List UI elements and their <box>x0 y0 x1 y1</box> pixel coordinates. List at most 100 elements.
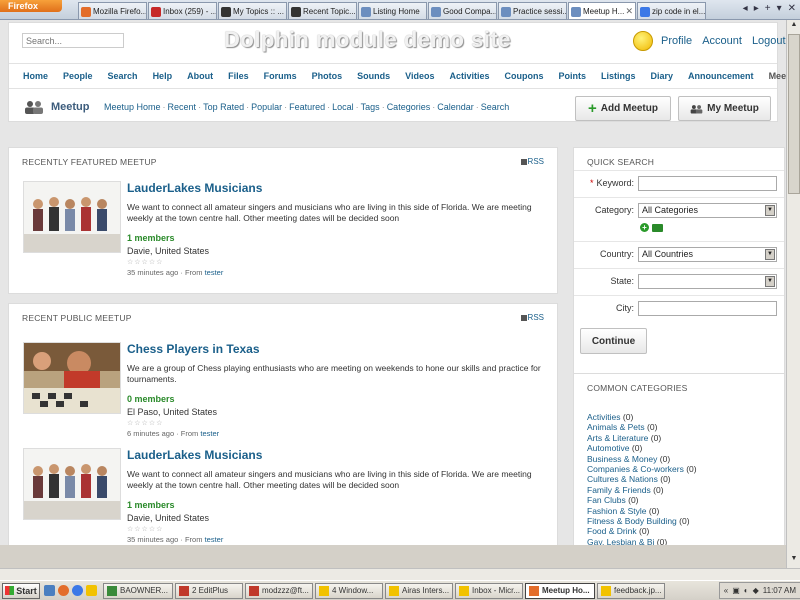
meetup-sublink[interactable]: Tags <box>361 102 380 112</box>
meetup-sublink[interactable]: Featured <box>289 102 325 112</box>
taskbar-task[interactable]: 2 EditPlus <box>175 582 243 599</box>
featured-rss-link[interactable]: RSS <box>520 157 544 166</box>
browser-tab[interactable]: Good Compa... <box>428 2 497 19</box>
category-select[interactable]: All Categories ▼ <box>638 203 777 218</box>
tab-control-icon[interactable]: ✕ <box>788 3 796 14</box>
add-meetup-button[interactable]: + Add Meetup <box>575 96 671 121</box>
browser-tab[interactable]: Practice sessi... <box>498 2 567 19</box>
public-rss-link[interactable]: RSS <box>520 313 544 322</box>
taskbar-task[interactable]: Airas Inters... <box>385 582 453 599</box>
taskbar-task[interactable]: BAOWNER... <box>103 582 173 599</box>
tray-expand-icon[interactable]: « <box>724 586 728 595</box>
meetup-title-link[interactable]: LauderLakes Musicians <box>127 448 262 462</box>
site-title[interactable]: Dolphin module demo site <box>224 27 511 53</box>
browser-tab[interactable]: Listing Home <box>358 2 427 19</box>
my-meetup-button[interactable]: My Meetup <box>678 96 771 121</box>
nav-item-forums[interactable]: Forums <box>264 71 297 81</box>
meetup-sublink[interactable]: Popular <box>251 102 282 112</box>
nav-item-about[interactable]: About <box>187 71 213 81</box>
meetup-sublink[interactable]: Search <box>481 102 510 112</box>
folder-icon[interactable] <box>652 224 663 232</box>
nav-item-search[interactable]: Search <box>108 71 138 81</box>
city-input[interactable] <box>638 301 777 316</box>
continue-button[interactable]: Continue <box>580 328 647 354</box>
user-link-logout[interactable]: Logout <box>752 35 786 47</box>
meetup-title-link[interactable]: Chess Players in Texas <box>127 342 260 356</box>
scrollbar-thumb[interactable] <box>788 34 800 194</box>
taskbar-task[interactable]: Inbox - Micr... <box>455 582 523 599</box>
volume-icon[interactable]: ◐ <box>744 586 749 595</box>
network-icon[interactable]: ▣ <box>732 586 740 595</box>
meetup-sublink[interactable]: Recent <box>168 102 197 112</box>
category-link[interactable]: Food & Drink <box>587 526 637 536</box>
browser-tab[interactable]: Mozilla Firefo... <box>78 2 147 19</box>
tab-control-icon[interactable]: ▾ <box>777 3 782 14</box>
user-avatar-icon[interactable] <box>633 31 653 51</box>
nav-item-activities[interactable]: Activities <box>449 71 489 81</box>
nav-item-files[interactable]: Files <box>228 71 249 81</box>
meetup-thumbnail[interactable] <box>23 448 121 520</box>
browser-tab[interactable]: Meetup H... ✕ <box>568 2 636 19</box>
meetup-members-count[interactable]: 0 members <box>127 394 175 404</box>
shield-icon[interactable]: ◆ <box>753 586 759 595</box>
nav-item-home[interactable]: Home <box>23 71 48 81</box>
ie-launch-icon[interactable] <box>72 585 83 596</box>
nav-item-photos[interactable]: Photos <box>312 71 343 81</box>
app-launch-icon[interactable] <box>86 585 97 596</box>
meetup-members-count[interactable]: 1 members <box>127 500 175 510</box>
browser-tab[interactable]: zip code in el... <box>637 2 706 19</box>
nav-item-coupons[interactable]: Coupons <box>505 71 544 81</box>
nav-item-sounds[interactable]: Sounds <box>357 71 390 81</box>
category-link[interactable]: Family & Friends <box>587 485 651 495</box>
tab-control-icon[interactable]: + <box>765 3 771 14</box>
user-link-account[interactable]: Account <box>702 35 742 47</box>
meetup-sublink[interactable]: Local <box>332 102 354 112</box>
desktop-icon[interactable] <box>44 585 55 596</box>
nav-item-listings[interactable]: Listings <box>601 71 636 81</box>
meetup-thumbnail[interactable] <box>23 342 121 414</box>
site-search-input[interactable] <box>22 33 124 48</box>
browser-tab[interactable]: Inbox (259) - ... <box>148 2 217 19</box>
close-tab-icon[interactable]: ✕ <box>625 6 633 17</box>
vertical-scrollbar[interactable]: ▲ ▼ <box>786 20 800 568</box>
tab-control-icon[interactable]: ▸ <box>754 3 759 14</box>
meetup-author-link[interactable]: tester <box>205 535 224 544</box>
add-category-icon[interactable]: + <box>640 223 649 232</box>
tab-control-icon[interactable]: ◂ <box>743 3 748 14</box>
meetup-author-link[interactable]: tester <box>205 268 224 277</box>
horizontal-scrollbar[interactable] <box>0 568 800 580</box>
meetup-author-link[interactable]: tester <box>200 429 219 438</box>
scroll-up-icon[interactable]: ▲ <box>788 21 800 33</box>
category-link[interactable]: Fan Clubs <box>587 495 626 505</box>
category-link[interactable]: Gay, Lesbian & Bi <box>587 537 654 545</box>
keyword-input[interactable] <box>638 176 777 191</box>
category-link[interactable]: Automotive <box>587 443 630 453</box>
clock[interactable]: 11:07 AM <box>763 586 796 595</box>
category-link[interactable]: Business & Money <box>587 454 657 464</box>
browser-tab[interactable]: My Topics :: ... <box>218 2 287 19</box>
browser-tab[interactable]: Recent Topic... <box>288 2 357 19</box>
nav-item-help[interactable]: Help <box>153 71 173 81</box>
nav-item-diary[interactable]: Diary <box>651 71 674 81</box>
taskbar-task[interactable]: 4 Window... <box>315 582 383 599</box>
nav-item-videos[interactable]: Videos <box>405 71 434 81</box>
meetup-sublink[interactable]: Calendar <box>437 102 474 112</box>
meetup-members-count[interactable]: 1 members <box>127 233 175 243</box>
taskbar-task[interactable]: modzzz@ft... <box>245 582 313 599</box>
meetup-sublink[interactable]: Top Rated <box>203 102 244 112</box>
nav-item-meetup[interactable]: Meetup <box>769 71 786 81</box>
category-link[interactable]: Arts & Literature <box>587 433 648 443</box>
category-link[interactable]: Animals & Pets <box>587 422 645 432</box>
start-button[interactable]: Start <box>2 582 40 599</box>
category-link[interactable]: Activities <box>587 412 621 422</box>
user-link-profile[interactable]: Profile <box>661 35 692 47</box>
category-link[interactable]: Fashion & Style <box>587 506 647 516</box>
nav-item-points[interactable]: Points <box>559 71 587 81</box>
category-link[interactable]: Fitness & Body Building <box>587 516 677 526</box>
nav-item-people[interactable]: People <box>63 71 93 81</box>
nav-item-announcement[interactable]: Announcement <box>688 71 754 81</box>
scroll-down-icon[interactable]: ▼ <box>788 555 800 567</box>
state-select[interactable]: ▼ <box>638 274 777 289</box>
category-link[interactable]: Cultures & Nations <box>587 474 658 484</box>
category-link[interactable]: Companies & Co-workers <box>587 464 684 474</box>
